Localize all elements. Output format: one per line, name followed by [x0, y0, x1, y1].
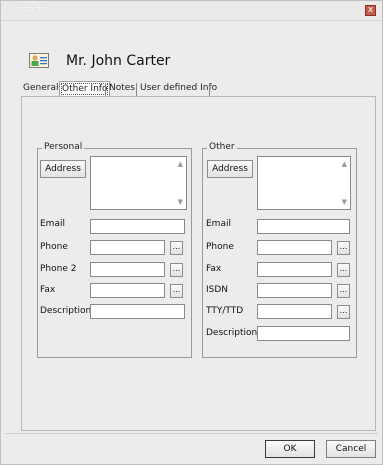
other-fax-field[interactable] [257, 262, 332, 277]
window-title: Contacts [7, 5, 47, 15]
tab-other-info[interactable]: Other Info [59, 81, 111, 97]
other-fax-label: Fax [206, 264, 222, 274]
other-fax-ellipsis-button[interactable]: ... [337, 263, 350, 277]
other-tty-ttd-ellipsis-button[interactable]: ... [337, 305, 350, 319]
personal-phone-label: Phone [40, 242, 68, 252]
personal-phone-ellipsis-button[interactable]: ... [170, 241, 183, 255]
other-phone-field[interactable] [257, 240, 332, 255]
other-isdn-field[interactable] [257, 283, 332, 298]
scroll-up-icon[interactable]: ▲ [178, 160, 183, 168]
personal-group: Personal Address ▲ ▼ Email Phone ... Pho… [37, 142, 192, 358]
tab-general[interactable]: General [21, 81, 60, 97]
scroll-up-icon[interactable]: ▲ [342, 160, 347, 168]
contacts-window: Contacts x Mr. John Carter General Other… [0, 0, 383, 465]
contact-name: Mr. John Carter [66, 53, 171, 69]
personal-phone2-ellipsis-button[interactable]: ... [170, 263, 183, 277]
scroll-down-icon[interactable]: ▼ [342, 198, 347, 206]
cancel-button[interactable]: Cancel [326, 440, 376, 458]
personal-email-field[interactable] [90, 219, 185, 234]
personal-address-textarea[interactable]: ▲ ▼ [90, 156, 187, 210]
other-email-field[interactable] [257, 219, 350, 234]
personal-group-label: Personal [42, 142, 85, 152]
personal-description-field[interactable] [90, 304, 185, 319]
tab-separator [105, 83, 106, 96]
personal-email-label: Email [40, 219, 65, 229]
contact-card-icon [29, 53, 49, 68]
other-isdn-label: ISDN [206, 285, 229, 295]
personal-description-label: Description [40, 306, 92, 316]
other-phone-label: Phone [206, 242, 234, 252]
other-tty-ttd-label: TTY/TTD [206, 306, 244, 316]
personal-phone-field[interactable] [90, 240, 165, 255]
personal-fax-field[interactable] [90, 283, 165, 298]
scroll-down-icon[interactable]: ▼ [178, 198, 183, 206]
close-button[interactable]: x [365, 5, 376, 16]
other-isdn-ellipsis-button[interactable]: ... [337, 284, 350, 298]
other-tty-ttd-field[interactable] [257, 304, 332, 319]
personal-phone2-label: Phone 2 [40, 264, 77, 274]
other-address-textarea[interactable]: ▲ ▼ [257, 156, 351, 210]
tab-user-defined-info[interactable]: User defined Info [138, 81, 219, 97]
footer-divider [5, 433, 378, 434]
ok-button[interactable]: OK [265, 440, 315, 458]
other-group-label: Other [207, 142, 237, 152]
other-info-panel: Personal Address ▲ ▼ Email Phone ... Pho… [21, 96, 376, 431]
title-bar[interactable]: Contacts x [1, 1, 382, 21]
tab-separator [209, 83, 210, 96]
other-email-label: Email [206, 219, 231, 229]
personal-fax-label: Fax [40, 285, 56, 295]
personal-phone2-field[interactable] [90, 262, 165, 277]
other-address-button[interactable]: Address [207, 160, 253, 178]
other-description-field[interactable] [257, 326, 350, 341]
other-phone-ellipsis-button[interactable]: ... [337, 241, 350, 255]
other-group: Other Address ▲ ▼ Email Phone ... Fax ..… [202, 142, 357, 358]
personal-fax-ellipsis-button[interactable]: ... [170, 284, 183, 298]
tab-separator [136, 83, 137, 96]
other-description-label: Description [206, 328, 258, 338]
tab-notes[interactable]: Notes [107, 81, 137, 97]
personal-address-button[interactable]: Address [40, 160, 86, 178]
